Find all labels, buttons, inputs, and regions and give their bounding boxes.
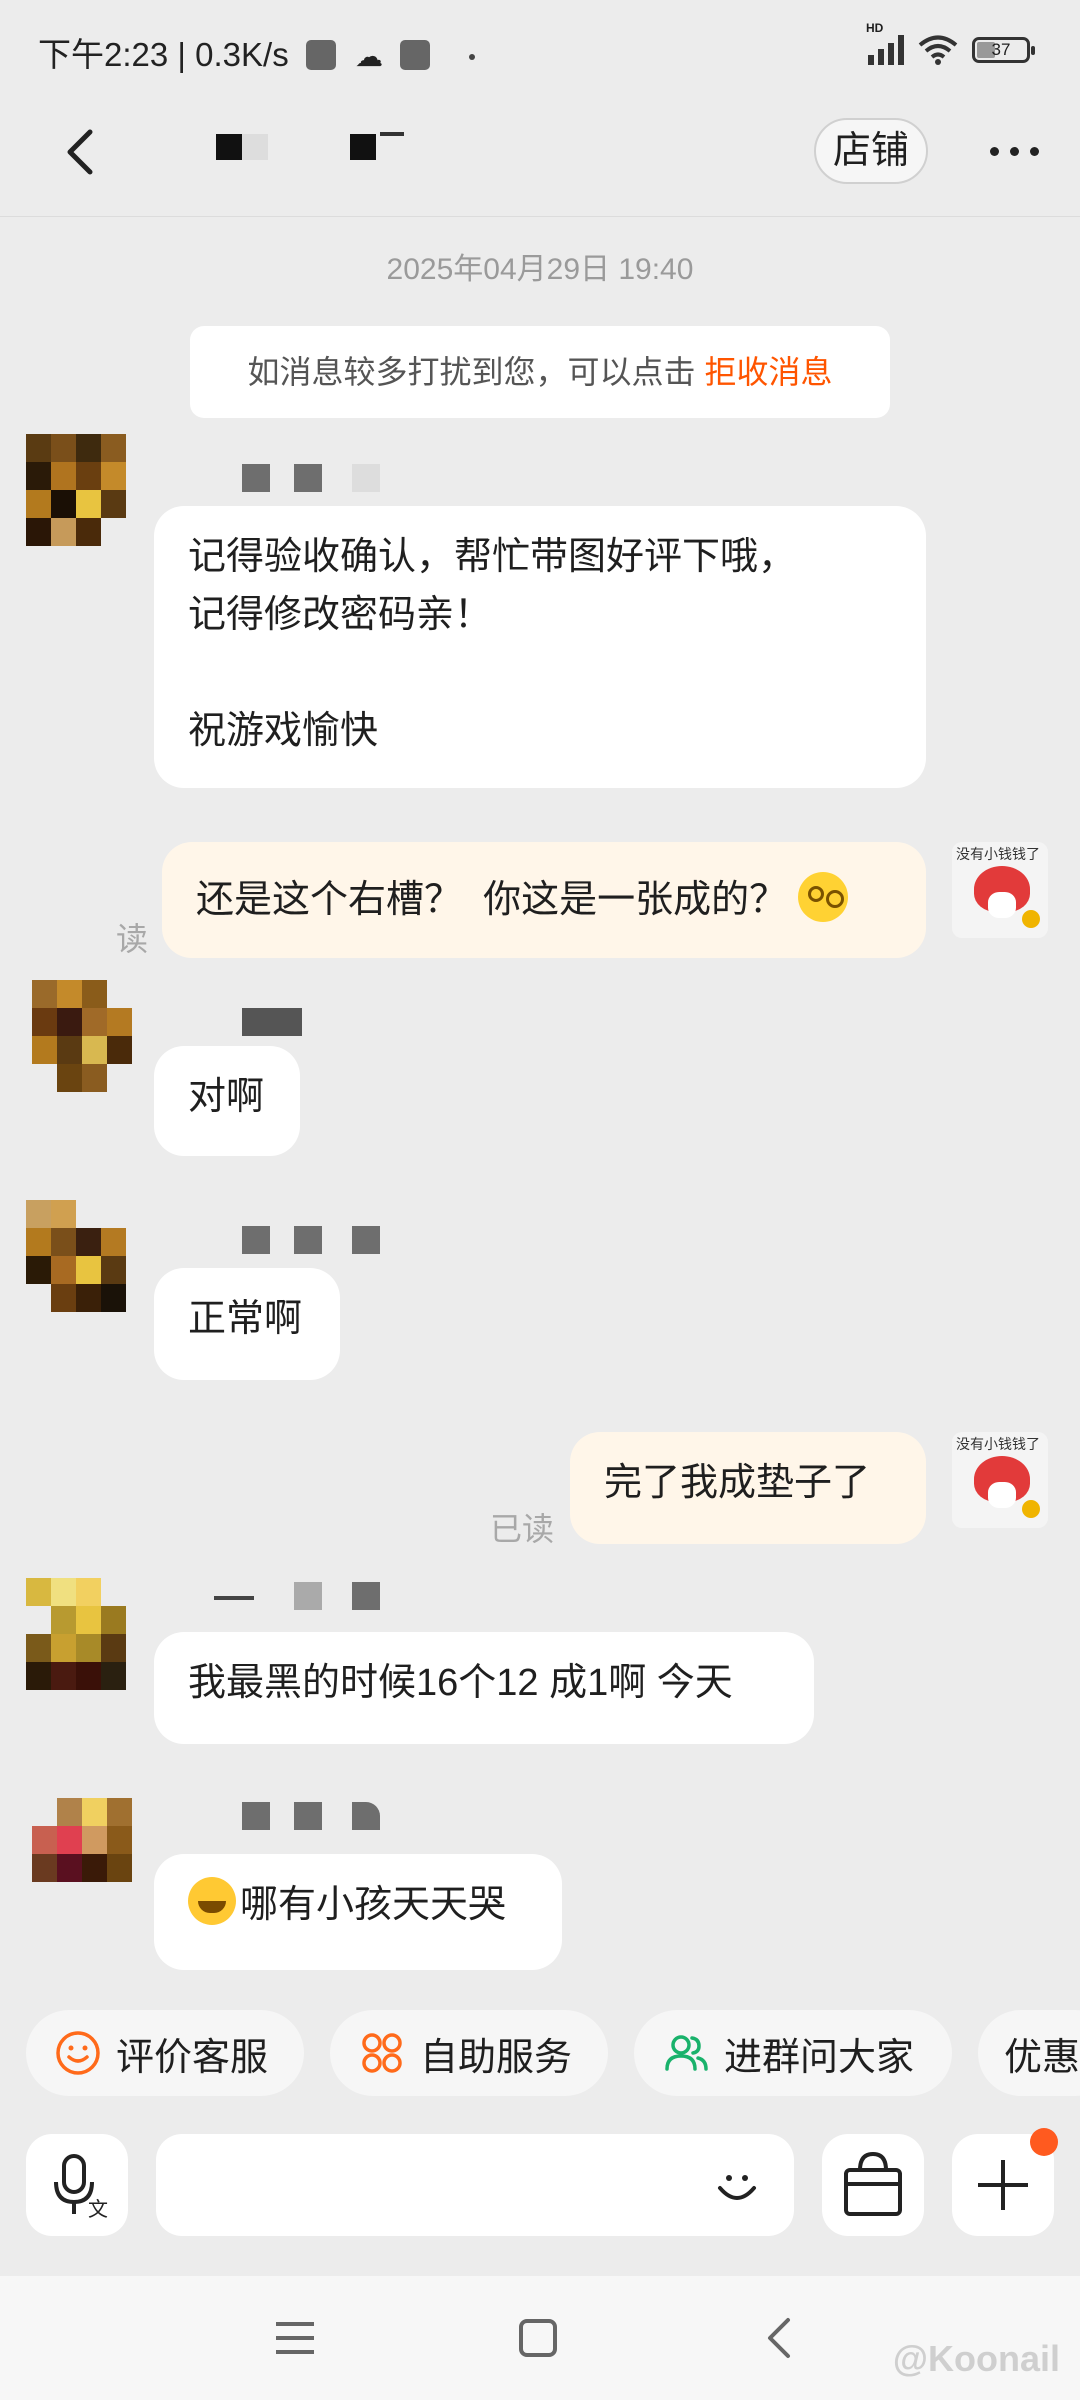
notification-dot <box>1030 2128 1058 2156</box>
more-actions-button[interactable] <box>952 2128 1058 2236</box>
voice-input-button[interactable]: 文 <box>26 2134 128 2236</box>
smile-icon <box>56 2031 100 2075</box>
message-text: 哪有小孩天天哭 <box>240 1884 507 1926</box>
menu-icon[interactable] <box>274 2320 316 2356</box>
status-left: 下午2:23 | 0.3K/s ☁ <box>38 28 476 76</box>
message-bubble: 哪有小孩天天哭 <box>154 1854 562 1970</box>
quick-action-coupons[interactable]: 优惠 <box>978 2010 1080 2096</box>
status-right: HD 37 <box>866 21 1035 70</box>
status-time: 下午2:23 <box>38 36 169 73</box>
read-status: 读 <box>116 921 149 957</box>
message-bubble: 对啊 <box>154 1046 300 1156</box>
sender-name-redacted <box>176 1582 396 1612</box>
sender-name-redacted <box>176 1802 396 1832</box>
quick-action-rate-service[interactable]: 评价客服 <box>26 2010 304 2096</box>
group-icon <box>665 2035 708 2071</box>
shop-avatar[interactable] <box>32 1798 132 1910</box>
battery-icon: 37 <box>972 37 1035 63</box>
grid-flower-icon <box>362 2033 402 2073</box>
notification-icon-2 <box>400 40 431 70</box>
wifi-icon <box>918 35 958 65</box>
back-nav-icon[interactable] <box>764 2316 794 2360</box>
emoji-icon[interactable] <box>710 2158 764 2212</box>
message-bubble: 我最黑的时候16个12 成1啊 今天 <box>154 1632 814 1744</box>
chip-label: 评价客服 <box>116 2036 269 2079</box>
store-button[interactable]: 店铺 <box>814 118 928 184</box>
laugh-cry-emoji-icon <box>188 1877 236 1925</box>
reject-messages-link[interactable]: 拒收消息 <box>704 354 832 390</box>
notice-banner: 如消息较多打扰到您，可以点击 拒收消息 <box>190 326 890 418</box>
shop-avatar[interactable] <box>26 1578 126 1690</box>
chat-header: 店铺 <box>0 96 1080 217</box>
quick-actions-bar: 评价客服 自助服务 进群问大家 优惠 <box>0 2010 1080 2106</box>
chip-label: 进群问大家 <box>724 2036 915 2079</box>
sender-name-redacted <box>176 1226 396 1256</box>
shopping-bag-icon <box>844 2151 902 2216</box>
orders-button[interactable] <box>822 2134 924 2236</box>
message-bubble: 记得验收确认，帮忙带图好评下哦， 记得修改密码亲！ 祝游戏愉快 <box>154 506 926 788</box>
message-bubble-self: 还是这个右槽？ 你这是一张成的？ <box>162 842 926 958</box>
quick-action-join-group[interactable]: 进群问大家 <box>634 2010 952 2096</box>
chat-timestamp: 2025年04月29日 19:40 <box>386 253 694 286</box>
message-bubble-self: 完了我成垫子了 <box>570 1432 926 1544</box>
notice-text: 如消息较多打扰到您，可以点击 <box>247 354 696 390</box>
my-avatar[interactable]: 没有小钱钱了 <box>952 842 1048 938</box>
chip-label: 自助服务 <box>420 2036 573 2079</box>
quick-action-self-service[interactable]: 自助服务 <box>330 2010 608 2096</box>
chip-label: 优惠 <box>1004 2036 1080 2079</box>
notification-icon <box>305 40 336 70</box>
shop-avatar[interactable] <box>26 434 126 546</box>
dazed-emoji-icon <box>797 872 848 922</box>
my-avatar[interactable]: 没有小钱钱了 <box>952 1432 1048 1528</box>
watermark: @Koonail <box>892 2338 1060 2379</box>
message-input[interactable] <box>186 2158 690 2214</box>
sender-name-redacted <box>176 464 380 494</box>
shop-name-redacted <box>170 132 470 182</box>
shop-avatar[interactable] <box>32 980 132 1092</box>
network-speed: 0.3K/s <box>195 36 289 73</box>
signal-icon: HD <box>866 21 904 65</box>
shop-avatar[interactable] <box>26 1200 126 1312</box>
microphone-icon: 文 <box>54 2154 108 2221</box>
message-bubble: 正常啊 <box>154 1268 340 1380</box>
more-notifications-dot <box>469 54 476 60</box>
cloud-icon: ☁ <box>355 41 384 72</box>
home-icon[interactable] <box>518 2318 558 2358</box>
status-bar: 下午2:23 | 0.3K/s ☁ HD 37 <box>0 0 1080 96</box>
message-text: 还是这个右槽？ 你这是一张成的？ <box>196 879 788 921</box>
message-input-box[interactable] <box>156 2134 794 2236</box>
more-icon[interactable] <box>990 136 1046 166</box>
system-nav-bar: @Koonail <box>0 2276 1080 2400</box>
svg-text:文: 文 <box>88 2198 108 2221</box>
back-icon[interactable] <box>52 122 112 182</box>
read-status: 已读 <box>490 1511 555 1547</box>
sender-name-redacted <box>176 1008 336 1038</box>
